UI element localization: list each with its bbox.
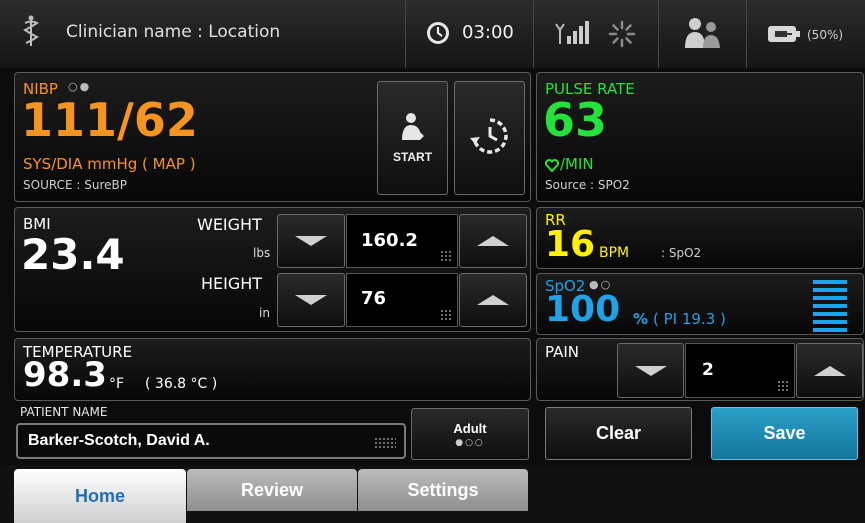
pulse-rate-source: Source : SPO2 xyxy=(545,178,630,192)
interval-timer-icon xyxy=(469,116,510,160)
rr-units: BPM xyxy=(599,245,630,261)
start-label: START xyxy=(392,150,433,164)
weight-decrement-button[interactable] xyxy=(277,214,345,268)
caduceus-icon xyxy=(22,14,40,52)
pain-label: PAIN xyxy=(545,343,579,361)
rr-panel: RR 16 BPM : SpO2 xyxy=(536,207,864,269)
arrow-down-icon xyxy=(634,365,667,376)
pain-decrement-button[interactable] xyxy=(617,343,684,398)
bmi-panel: BMI 23.4 WEIGHT lbs 160.2 HEIGHT in 76 xyxy=(14,207,531,332)
weight-unit: lbs xyxy=(253,246,271,260)
clinician-location-bar[interactable]: Clinician name : Location xyxy=(0,0,406,68)
battery-percent: (50%) xyxy=(807,28,844,42)
patient-type-dots: ●○○ xyxy=(455,437,485,448)
heart-icon xyxy=(545,157,559,176)
weight-field[interactable]: 160.2 xyxy=(346,214,458,268)
save-label: Save xyxy=(763,423,806,443)
pain-panel: PAIN 2 xyxy=(536,338,864,401)
bmi-value: 23.4 xyxy=(21,230,125,279)
pulse-rate-panel: PULSE RATE 63 /MIN Source : SPO2 xyxy=(536,72,864,202)
height-increment-button[interactable] xyxy=(459,273,527,327)
nibp-source: SOURCE : SureBP xyxy=(23,178,127,192)
weight-increment-button[interactable] xyxy=(459,214,527,268)
clock-time: 03:00 xyxy=(462,22,514,43)
keypad-icon xyxy=(440,250,451,261)
spinner-icon xyxy=(608,20,636,52)
nibp-units: SYS/DIA mmHg ( MAP ) xyxy=(23,155,196,173)
spo2-value: 100 xyxy=(545,289,621,330)
clinician-patient-icon xyxy=(683,16,723,54)
height-value: 76 xyxy=(361,288,387,309)
nibp-interval-button[interactable] xyxy=(454,81,525,195)
rr-source: : SpO2 xyxy=(661,246,702,260)
arrow-up-icon xyxy=(813,365,846,376)
pain-increment-button[interactable] xyxy=(796,343,863,398)
pain-value: 2 xyxy=(702,360,714,380)
temperature-value: 98.3 xyxy=(23,355,107,395)
height-decrement-button[interactable] xyxy=(277,273,345,327)
wireless-status[interactable] xyxy=(534,0,659,68)
patient-name-label: PATIENT NAME xyxy=(20,405,108,419)
height-field[interactable]: 76 xyxy=(346,273,458,327)
temperature-unit: °F xyxy=(109,376,125,392)
nibp-start-button[interactable]: START xyxy=(377,81,448,195)
patient-name-value: Barker-Scotch, David A. xyxy=(28,432,210,449)
pulse-rate-units: /MIN xyxy=(560,155,594,173)
arrow-up-icon xyxy=(477,236,509,246)
clock[interactable]: 03:00 xyxy=(406,0,534,68)
temperature-panel: TEMPERATURE 98.3 °F ( 36.8 °C ) xyxy=(14,338,531,401)
battery-plug-icon xyxy=(767,25,801,47)
temperature-celsius: ( 36.8 °C ) xyxy=(145,376,218,392)
tab-home[interactable]: Home xyxy=(14,469,186,523)
clock-icon xyxy=(425,20,451,50)
patient-type-button[interactable]: Adult ●○○ xyxy=(411,408,529,460)
nibp-value: 111/62 xyxy=(21,93,198,147)
arrow-up-icon xyxy=(477,295,509,305)
keyboard-icon xyxy=(374,437,396,448)
signal-strength-icon xyxy=(554,20,594,50)
battery-status: (50%) xyxy=(747,0,865,68)
spo2-units: % xyxy=(633,310,649,328)
save-button[interactable]: Save xyxy=(711,407,858,460)
patient-type-label: Adult xyxy=(453,420,487,436)
arrow-down-icon xyxy=(295,236,327,246)
pulse-amplitude-bar xyxy=(813,280,847,332)
patient-cuff-icon xyxy=(400,112,426,146)
tab-review[interactable]: Review xyxy=(187,469,357,511)
clinician-location-text: Clinician name : Location xyxy=(66,22,281,42)
spo2-pi: ( PI 19.3 ) xyxy=(653,310,726,328)
arrow-down-icon xyxy=(295,295,327,305)
tab-settings[interactable]: Settings xyxy=(358,469,528,511)
keypad-icon xyxy=(440,309,451,320)
clear-label: Clear xyxy=(595,423,642,443)
keypad-icon xyxy=(777,380,788,391)
height-label: HEIGHT xyxy=(201,274,263,293)
height-unit: in xyxy=(259,306,270,320)
pulse-rate-value: 63 xyxy=(543,93,608,147)
weight-value: 160.2 xyxy=(361,230,418,251)
patient-name-field[interactable]: Barker-Scotch, David A. xyxy=(16,423,406,459)
nibp-page-dots: ○● xyxy=(68,80,92,93)
clinician-patient-button[interactable] xyxy=(659,0,747,68)
spo2-panel: SpO2 ●○ 100 % ( PI 19.3 ) xyxy=(536,273,864,335)
rr-value: 16 xyxy=(545,224,596,265)
pain-field[interactable]: 2 xyxy=(685,343,795,398)
weight-label: WEIGHT xyxy=(197,215,262,234)
clear-button[interactable]: Clear xyxy=(545,407,692,460)
nibp-panel: NIBP ○● 111/62 SYS/DIA mmHg ( MAP ) SOUR… xyxy=(14,72,531,202)
